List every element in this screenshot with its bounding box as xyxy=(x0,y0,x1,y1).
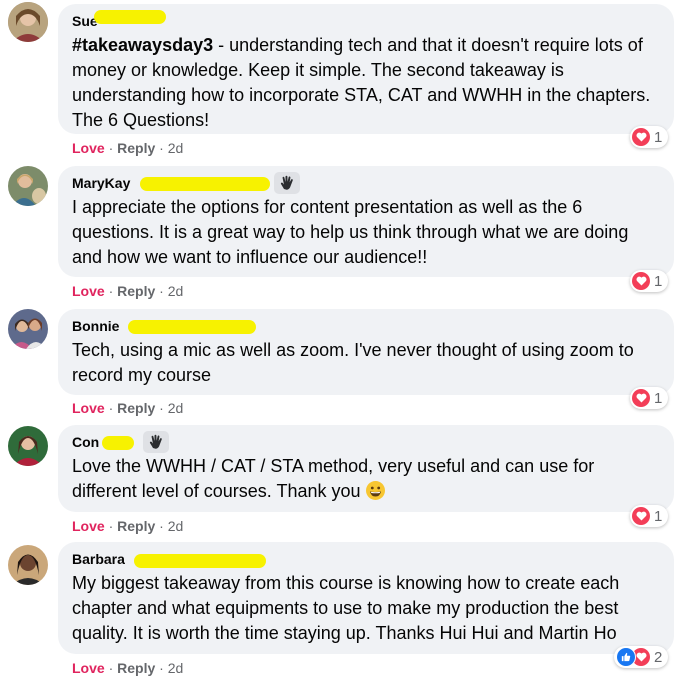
avatar[interactable] xyxy=(8,426,50,468)
reaction-summary[interactable]: 1 xyxy=(630,505,669,527)
comment-author[interactable]: MaryKay xyxy=(72,175,130,191)
redaction-mark xyxy=(128,320,256,334)
heart-icon xyxy=(632,507,650,525)
reaction-summary[interactable]: 2 xyxy=(614,646,669,668)
wave-icon[interactable] xyxy=(143,431,169,453)
timestamp[interactable]: 2d xyxy=(168,140,184,156)
redaction-mark xyxy=(94,10,166,24)
avatar[interactable] xyxy=(8,2,50,44)
redaction-mark xyxy=(140,177,270,191)
comment-actions: Love · Reply · 2d xyxy=(72,518,184,534)
hashtag-link[interactable]: #takeawaysday3 xyxy=(72,35,213,55)
reaction-count: 1 xyxy=(654,507,663,525)
reply-button[interactable]: Reply xyxy=(117,283,155,299)
comment-text: Love the WWHH / CAT / STA method, very u… xyxy=(72,456,595,501)
reply-button[interactable]: Reply xyxy=(117,400,155,416)
comment-text: My biggest takeaway from this course is … xyxy=(72,573,620,643)
wave-icon[interactable] xyxy=(274,172,300,194)
reply-button[interactable]: Reply xyxy=(117,660,155,676)
like-icon xyxy=(616,647,636,667)
avatar[interactable] xyxy=(8,166,50,208)
reaction-count: 1 xyxy=(654,128,663,146)
reaction-summary[interactable]: 1 xyxy=(630,270,669,292)
reply-button[interactable]: Reply xyxy=(117,140,155,156)
love-button[interactable]: Love xyxy=(72,660,105,676)
comment-text: I appreciate the options for content pre… xyxy=(72,197,629,267)
reaction-summary[interactable]: 1 xyxy=(630,387,669,409)
love-button[interactable]: Love xyxy=(72,518,105,534)
redaction-mark xyxy=(134,554,266,568)
reaction-count: 1 xyxy=(654,272,663,290)
love-button[interactable]: Love xyxy=(72,400,105,416)
grinning-face-icon xyxy=(365,481,385,500)
timestamp[interactable]: 2d xyxy=(168,518,184,534)
reaction-summary[interactable]: 1 xyxy=(630,126,669,148)
timestamp[interactable]: 2d xyxy=(168,283,184,299)
reply-button[interactable]: Reply xyxy=(117,518,155,534)
heart-icon xyxy=(632,272,650,290)
comment-actions: Love · Reply · 2d xyxy=(72,140,184,156)
avatar[interactable] xyxy=(8,545,50,587)
reaction-count: 1 xyxy=(654,389,663,407)
comment-author[interactable]: Barbara xyxy=(72,551,125,567)
comment-author[interactable]: Bonnie xyxy=(72,318,119,334)
love-button[interactable]: Love xyxy=(72,283,105,299)
redaction-mark xyxy=(102,436,134,450)
comment-text: Tech, using a mic as well as zoom. I've … xyxy=(72,340,634,385)
avatar[interactable] xyxy=(8,309,50,351)
reaction-count: 2 xyxy=(654,648,663,666)
timestamp[interactable]: 2d xyxy=(168,400,184,416)
comment-actions: Love · Reply · 2d xyxy=(72,283,184,299)
timestamp[interactable]: 2d xyxy=(168,660,184,676)
heart-icon xyxy=(632,128,650,146)
comment-author[interactable]: Con xyxy=(72,434,99,450)
love-button[interactable]: Love xyxy=(72,140,105,156)
comment-actions: Love · Reply · 2d xyxy=(72,660,184,676)
comment-actions: Love · Reply · 2d xyxy=(72,400,184,416)
heart-icon xyxy=(632,389,650,407)
